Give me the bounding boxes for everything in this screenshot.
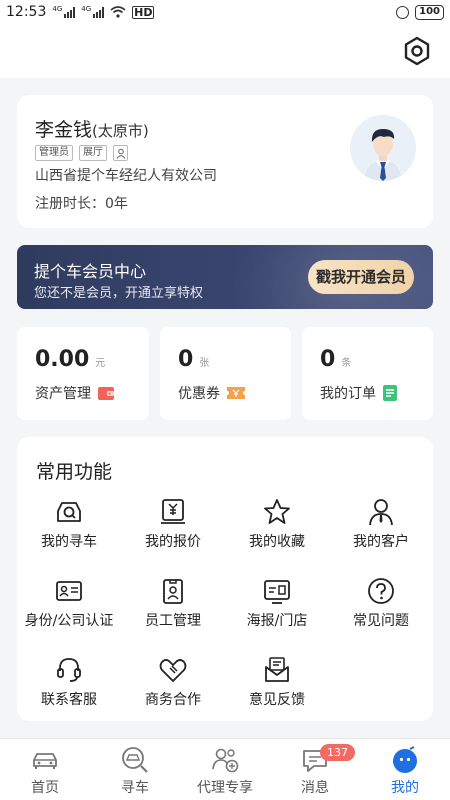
func-label: 联系客服 xyxy=(41,692,97,708)
home-car-icon xyxy=(33,753,57,769)
profile-card[interactable]: 李金钱(太原市) 管理员 展厅 山西省提个车经纪人有效公司 注册时长：0年 xyxy=(17,95,433,228)
tab-search-car[interactable]: 寻车 xyxy=(90,739,180,800)
coupon-icon xyxy=(227,387,245,399)
bottom-tab-bar: 首页 寻车 代理专享 137 消息 我的 xyxy=(0,738,450,800)
register-duration: 注册时长：0年 xyxy=(35,193,128,213)
func-label: 员工管理 xyxy=(145,613,201,629)
stat-orders[interactable]: 0条 我的订单 xyxy=(302,327,433,420)
profile-icon xyxy=(393,746,417,773)
headset-icon xyxy=(57,658,81,682)
stat-value: 0条 xyxy=(320,347,352,372)
handshake-icon xyxy=(159,659,187,682)
role-tag-showroom: 展厅 xyxy=(79,145,107,161)
func-label: 意见反馈 xyxy=(249,692,305,708)
person-tag-icon xyxy=(113,145,128,161)
func-label: 海报/门店 xyxy=(246,613,308,629)
signal-icon-2: 4G xyxy=(81,6,105,18)
user-name-line: 李金钱(太原市) xyxy=(35,115,149,142)
tab-label: 代理专享 xyxy=(197,780,253,796)
star-icon xyxy=(264,499,290,524)
stat-coupons[interactable]: 0张 优惠券 xyxy=(160,327,291,420)
tab-label: 寻车 xyxy=(121,780,149,796)
register-value: 0年 xyxy=(105,196,128,212)
role-tag-admin: 管理员 xyxy=(35,145,73,161)
search-car-icon xyxy=(122,747,148,773)
agent-icon xyxy=(212,748,239,773)
question-icon xyxy=(368,578,394,604)
func-staff-management[interactable]: 员工管理 xyxy=(121,576,225,630)
func-faq[interactable]: 常见问题 xyxy=(329,576,433,630)
message-count-badge: 137 xyxy=(320,744,355,761)
stat-assets[interactable]: 0.00 元 资产管理 xyxy=(17,327,149,420)
register-label: 注册时长： xyxy=(35,196,105,212)
stat-unit: 条 xyxy=(341,358,352,369)
battery-icon: 100 xyxy=(415,4,444,20)
tab-agent-exclusive[interactable]: 代理专享 xyxy=(180,739,270,800)
signal-icon: 4G xyxy=(52,6,76,18)
wallet-icon xyxy=(98,387,114,400)
poster-icon xyxy=(264,580,290,604)
func-poster-store[interactable]: 海报/门店 xyxy=(225,576,329,630)
member-banner[interactable]: 提个车会员中心 您还不是会员，开通立享特权 戳我开通会员 xyxy=(17,245,433,309)
open-membership-button[interactable]: 戳我开通会员 xyxy=(307,260,414,294)
quote-icon xyxy=(161,499,185,524)
settings-hex-icon[interactable] xyxy=(402,36,432,66)
wifi-icon xyxy=(110,6,126,18)
member-title: 提个车会员中心 xyxy=(34,262,147,281)
stat-value: 0张 xyxy=(178,347,210,372)
func-my-favorites[interactable]: 我的收藏 xyxy=(225,497,329,551)
user-name: 李金钱 xyxy=(35,119,93,141)
tab-label: 首页 xyxy=(31,780,59,796)
stat-label: 资产管理 xyxy=(35,383,115,403)
id-card-icon xyxy=(56,581,82,601)
func-label: 我的报价 xyxy=(145,534,201,550)
stat-unit: 张 xyxy=(199,358,210,369)
func-label: 常见问题 xyxy=(353,613,409,629)
func-my-quote[interactable]: 我的报价 xyxy=(121,497,225,551)
func-business-cooperation[interactable]: 商务合作 xyxy=(121,655,225,709)
status-bar: 12:53 4G 4G HD 100 xyxy=(0,0,450,24)
badge-icon xyxy=(163,579,183,604)
stat-value: 0.00 元 xyxy=(35,347,106,372)
func-label: 我的寻车 xyxy=(41,534,97,550)
order-icon xyxy=(383,385,397,401)
func-my-car-search[interactable]: 我的寻车 xyxy=(17,497,121,551)
role-tags: 管理员 展厅 xyxy=(35,145,128,161)
stat-label: 优惠券 xyxy=(178,383,246,403)
tab-home[interactable]: 首页 xyxy=(0,739,90,800)
tab-messages[interactable]: 137 消息 xyxy=(270,739,360,800)
customer-icon xyxy=(369,499,393,526)
func-label: 我的收藏 xyxy=(249,534,305,550)
stat-label: 我的订单 xyxy=(320,383,398,403)
func-label: 我的客户 xyxy=(353,534,409,550)
func-my-customers[interactable]: 我的客户 xyxy=(329,497,433,551)
user-city: (太原市) xyxy=(92,122,149,140)
avatar[interactable] xyxy=(350,115,416,181)
common-functions-card: 常用功能 我的寻车 我的报价 我的收藏 我的客户 身份/公司认证 员工管理 海报… xyxy=(17,437,433,721)
car-search-icon xyxy=(57,502,81,522)
func-feedback[interactable]: 意见反馈 xyxy=(225,655,329,709)
func-label: 身份/公司认证 xyxy=(24,613,114,629)
header xyxy=(0,24,450,78)
tab-label: 消息 xyxy=(301,780,329,796)
func-contact-support[interactable]: 联系客服 xyxy=(17,655,121,709)
hd-icon: HD xyxy=(132,5,155,19)
tab-label: 我的 xyxy=(391,780,419,796)
func-identity-cert[interactable]: 身份/公司认证 xyxy=(17,576,121,630)
member-subtitle: 您还不是会员，开通立享特权 xyxy=(34,286,204,301)
stat-unit: 元 xyxy=(95,358,106,369)
tab-mine[interactable]: 我的 xyxy=(360,739,450,800)
feedback-icon xyxy=(265,657,289,682)
functions-title: 常用功能 xyxy=(36,461,113,483)
alarm-icon xyxy=(396,5,410,19)
company-name: 山西省提个车经纪人有效公司 xyxy=(35,168,217,184)
status-time: 12:53 xyxy=(6,4,47,20)
func-label: 商务合作 xyxy=(145,692,201,708)
